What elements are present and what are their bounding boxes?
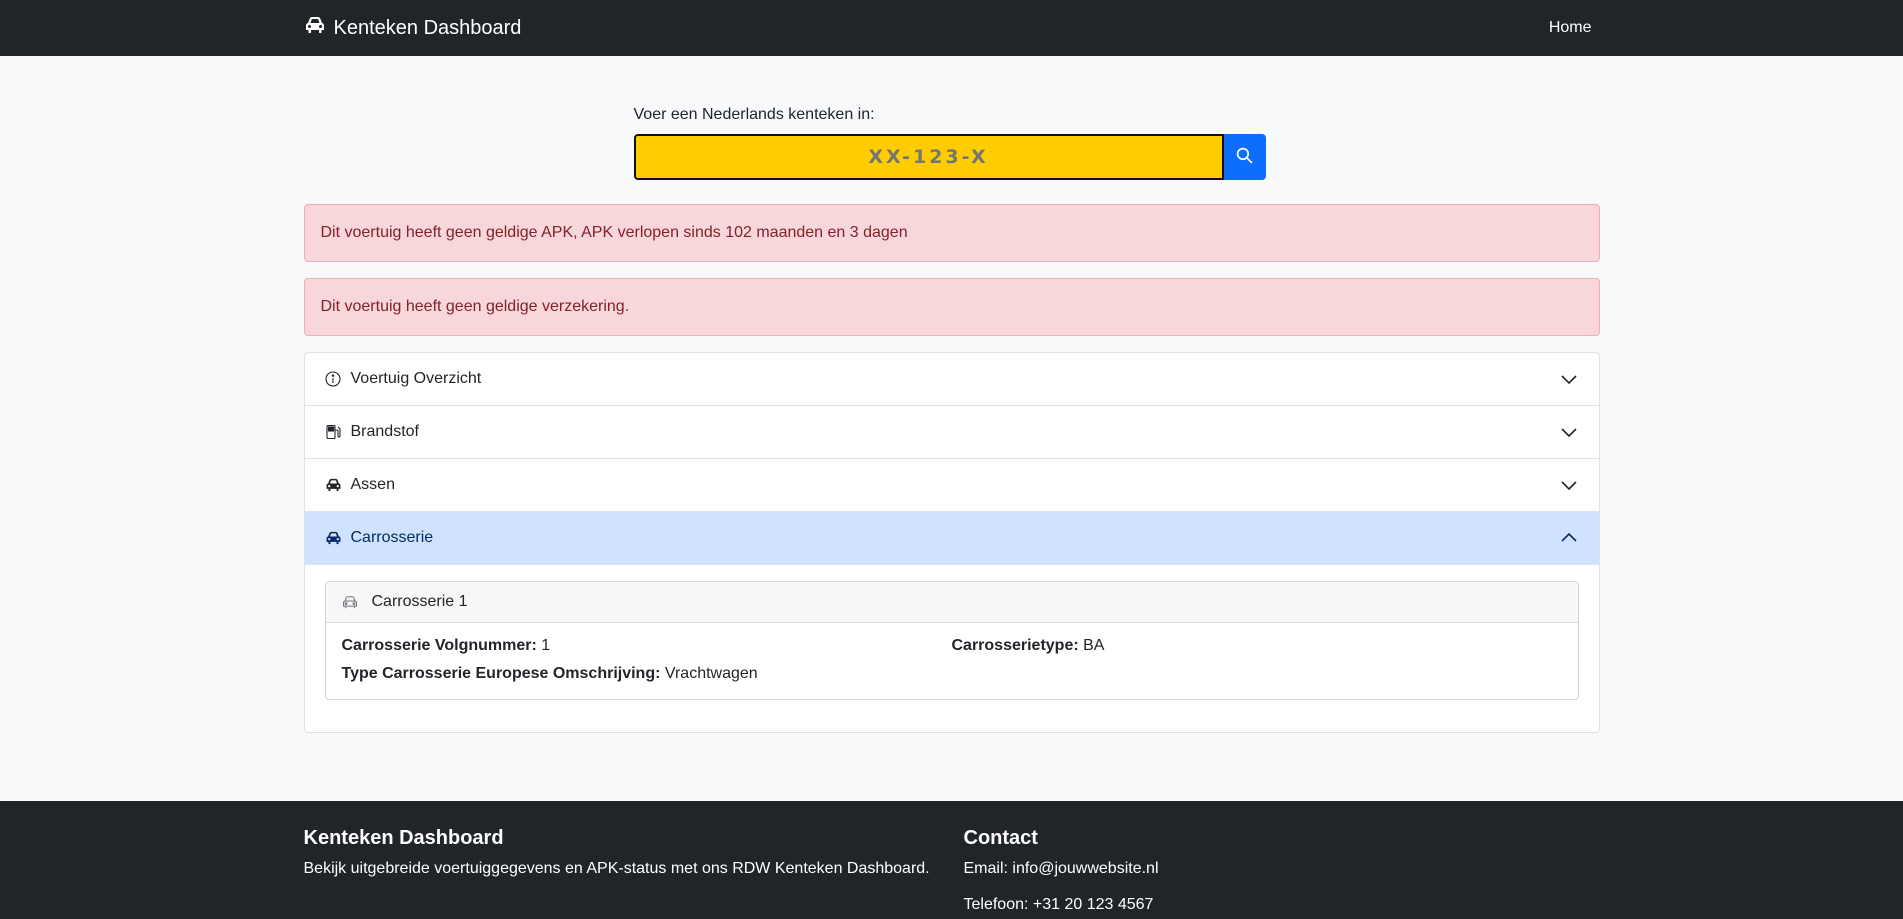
card-title: Carrosserie 1 [371,593,468,610]
search-form: Voer een Nederlands kenteken in: [633,106,1270,180]
brand-link[interactable]: Kenteken Dashboard [304,16,522,40]
footer-contact: Contact Email: info@jouwwebsite.nl Telef… [964,827,1600,914]
field-value: Vrachtwagen [664,665,758,682]
car-icon [325,476,343,494]
accordion-label: Voertuig Overzicht [350,370,482,387]
footer: Kenteken Dashboard Bekijk uitgebreide vo… [0,801,1903,919]
footer-contact-title: Contact [963,827,1038,849]
search-label: Voer een Nederlands kenteken in: [633,106,875,123]
insurance-alert: Dit voertuig heeft geen geldige verzeker… [303,278,1600,336]
chevron-down-icon [1559,422,1579,442]
vehicle-accordion: Voertuig Overzicht Brandstof Assen Carro… [303,352,1600,733]
fuel-pump-icon [325,423,343,441]
search-icon [1236,147,1253,167]
accordion-carrosserie[interactable]: Carrosserie [304,512,1599,565]
navbar: Kenteken Dashboard Home [0,0,1903,56]
accordion-label: Assen [350,476,395,493]
brand-title: Kenteken Dashboard [333,16,522,39]
accordion-carrosserie-body: Carrosserie 1 Carrosserie Volgnummer: 1 … [305,565,1599,732]
car-icon [325,529,343,547]
footer-phone[interactable]: Telefoon: +31 20 123 4567 [964,896,1600,914]
carrosserie-card: Carrosserie 1 Carrosserie Volgnummer: 1 … [324,581,1579,700]
card-body: Carrosserie Volgnummer: 1 Carrosserietyp… [326,623,1578,699]
accordion-label: Brandstof [350,423,419,440]
car-icon [304,16,326,40]
accordion-assen[interactable]: Assen [304,459,1599,512]
car-icon [342,595,360,609]
field-volgnummer: Carrosserie Volgnummer: 1 [342,637,952,655]
field-omschrijving: Type Carrosserie Europese Omschrijving: … [342,665,952,683]
chevron-down-icon [1559,475,1579,495]
license-plate-input[interactable] [633,134,1224,180]
field-carrosserietype: Carrosserietype: BA [952,637,1562,655]
accordion-brandstof[interactable]: Brandstof [304,406,1599,459]
search-button[interactable] [1223,134,1266,180]
main-content: Voer een Nederlands kenteken in: Dit voe… [303,106,1600,733]
nav-home-link[interactable]: Home [1549,19,1592,37]
footer-description: Bekijk uitgebreide voertuiggegevens en A… [303,860,930,877]
chevron-down-icon [1559,369,1579,389]
field-label: Type Carrosserie Europese Omschrijving: [341,665,661,682]
accordion-voertuig-overzicht[interactable]: Voertuig Overzicht [304,353,1599,406]
chevron-up-icon [1559,528,1579,548]
footer-about: Kenteken Dashboard Bekijk uitgebreide vo… [304,827,964,914]
footer-email[interactable]: Email: info@jouwwebsite.nl [964,860,1600,878]
field-label: Carrosserie Volgnummer: [341,637,537,654]
footer-title: Kenteken Dashboard [303,827,504,849]
card-header: Carrosserie 1 [325,582,1578,623]
info-icon [324,370,343,388]
field-value: 1 [541,637,551,654]
accordion-label: Carrosserie [350,529,434,546]
field-label: Carrosserietype: [951,637,1079,654]
apk-alert: Dit voertuig heeft geen geldige APK, APK… [303,204,1600,262]
field-value: BA [1083,637,1105,654]
